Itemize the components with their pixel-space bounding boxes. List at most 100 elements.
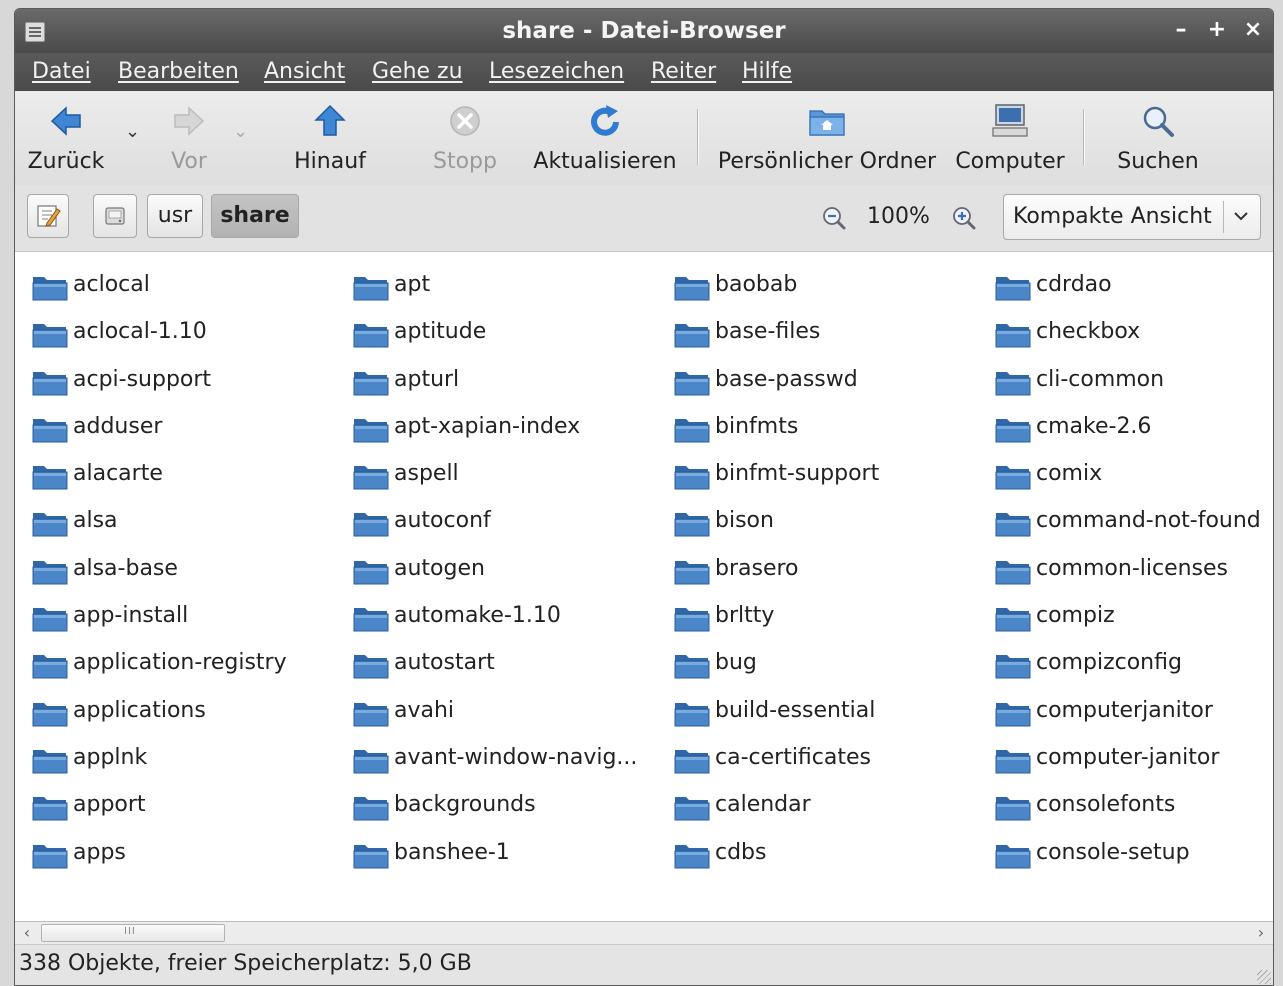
- folder-item[interactable]: apt: [352, 270, 637, 317]
- search-button[interactable]: Suchen: [1113, 99, 1203, 179]
- file-view[interactable]: aclocal aclocal-1.10 acpi-support adduser al…: [15, 252, 1273, 922]
- scrollbar-thumb[interactable]: III: [41, 924, 225, 942]
- status-text: 338 Objekte, freier Speicherplatz: 5,0 G…: [19, 951, 472, 976]
- folder-item[interactable]: apt-xapian-index: [352, 412, 637, 459]
- folder-item[interactable]: bison: [673, 506, 879, 553]
- folder-item[interactable]: consolefonts: [994, 790, 1261, 837]
- folder-item[interactable]: base-files: [673, 317, 879, 364]
- minimize-button[interactable]: –: [1169, 17, 1193, 42]
- folder-item[interactable]: cmake-2.6: [994, 412, 1261, 459]
- folder-item[interactable]: common-licenses: [994, 554, 1261, 601]
- folder-item[interactable]: cli-common: [994, 365, 1261, 412]
- forward-label: Vor: [171, 149, 207, 174]
- folder-item[interactable]: brasero: [673, 554, 879, 601]
- folder-item[interactable]: computerjanitor: [994, 696, 1261, 743]
- menu-hilfe[interactable]: Hilfe: [742, 59, 792, 84]
- folder-item[interactable]: backgrounds: [352, 790, 637, 837]
- forward-button[interactable]: Vor: [159, 99, 219, 179]
- menu-gehe-zu[interactable]: Gehe zu: [372, 59, 463, 84]
- folder-item[interactable]: binfmts: [673, 412, 879, 459]
- folder-name: autogen: [394, 555, 485, 581]
- folder-item[interactable]: cdrdao: [994, 270, 1261, 317]
- folder-item[interactable]: aclocal: [31, 270, 287, 317]
- stop-button[interactable]: Stopp: [420, 99, 510, 179]
- folder-item[interactable]: aspell: [352, 459, 637, 506]
- scroll-left-arrow-icon[interactable]: ‹: [17, 923, 37, 942]
- folder-icon: [32, 655, 68, 679]
- folder-item[interactable]: autogen: [352, 554, 637, 601]
- horizontal-scrollbar[interactable]: ‹ III ›: [15, 921, 1273, 944]
- folder-item[interactable]: applnk: [31, 743, 287, 790]
- folder-item[interactable]: applications: [31, 696, 287, 743]
- folder-item[interactable]: aptitude: [352, 317, 637, 364]
- reload-button[interactable]: Aktualisieren: [530, 99, 680, 179]
- forward-history-dropdown[interactable]: ⌄: [233, 121, 248, 142]
- folder-item[interactable]: apps: [31, 838, 287, 885]
- folder-item[interactable]: avahi: [352, 696, 637, 743]
- folder-item[interactable]: console-setup: [994, 838, 1261, 885]
- folder-item[interactable]: compizconfig: [994, 648, 1261, 695]
- menu-ansicht[interactable]: Ansicht: [264, 59, 345, 84]
- scroll-right-arrow-icon[interactable]: ›: [1251, 923, 1271, 942]
- computer-button[interactable]: Computer: [955, 99, 1065, 179]
- folder-item[interactable]: calendar: [673, 790, 879, 837]
- folder-item[interactable]: alacarte: [31, 459, 287, 506]
- up-button[interactable]: Hinauf: [285, 99, 375, 179]
- folder-item[interactable]: alsa-base: [31, 554, 287, 601]
- folder-icon: [32, 702, 68, 727]
- folder-item[interactable]: binfmt-support: [673, 459, 879, 506]
- folder-item[interactable]: baobab: [673, 270, 879, 317]
- computer-icon: [992, 104, 1028, 137]
- zoom-in-icon[interactable]: [951, 205, 977, 231]
- resize-grip-icon[interactable]: [1257, 970, 1271, 984]
- maximize-button[interactable]: +: [1205, 17, 1229, 42]
- folder-item[interactable]: computer-janitor: [994, 743, 1261, 790]
- folder-item[interactable]: acpi-support: [31, 365, 287, 412]
- title-bar[interactable]: share - Datei-Browser – + ×: [15, 9, 1273, 53]
- up-arrow-icon: [314, 104, 346, 136]
- folder-icon: [995, 844, 1031, 869]
- folder-name: common-licenses: [1036, 555, 1229, 581]
- folder-item[interactable]: compiz: [994, 601, 1261, 648]
- root-path-button[interactable]: [93, 194, 137, 238]
- view-mode-select[interactable]: Kompakte Ansicht: [1003, 194, 1261, 240]
- folder-item[interactable]: ca-certificates: [673, 743, 879, 790]
- folder-item[interactable]: avant-window-navig...: [352, 743, 637, 790]
- path-button-usr[interactable]: usr: [147, 194, 203, 238]
- zoom-out-icon[interactable]: [821, 205, 847, 231]
- path-button-share[interactable]: share: [211, 194, 299, 238]
- folder-item[interactable]: brltty: [673, 601, 879, 648]
- menu-lesezeichen[interactable]: Lesezeichen: [489, 59, 624, 84]
- folder-item[interactable]: bug: [673, 648, 879, 695]
- home-button[interactable]: Persönlicher Ordner: [715, 99, 939, 179]
- back-history-dropdown[interactable]: ⌄: [125, 121, 140, 142]
- folder-item[interactable]: cdbs: [673, 838, 879, 885]
- folder-item[interactable]: apport: [31, 790, 287, 837]
- folder-item[interactable]: apturl: [352, 365, 637, 412]
- close-button[interactable]: ×: [1241, 17, 1265, 42]
- folder-icon: [353, 560, 389, 585]
- folder-item[interactable]: base-passwd: [673, 365, 879, 412]
- folder-item[interactable]: command-not-found: [994, 506, 1261, 553]
- folder-item[interactable]: app-install: [31, 601, 287, 648]
- folder-item[interactable]: banshee-1: [352, 838, 637, 885]
- folder-item[interactable]: autostart: [352, 648, 637, 695]
- folder-item[interactable]: aclocal-1.10: [31, 317, 287, 364]
- back-button[interactable]: Zurück: [21, 99, 111, 179]
- folder-item[interactable]: checkbox: [994, 317, 1261, 364]
- menu-reiter[interactable]: Reiter: [651, 59, 716, 84]
- menu-bearbeiten[interactable]: Bearbeiten: [118, 59, 239, 84]
- toggle-location-entry-button[interactable]: [27, 194, 69, 238]
- folder-item[interactable]: alsa: [31, 506, 287, 553]
- folder-item[interactable]: automake-1.10: [352, 601, 637, 648]
- folder-item[interactable]: adduser: [31, 412, 287, 459]
- folder-name: apps: [73, 839, 126, 865]
- folder-item[interactable]: comix: [994, 459, 1261, 506]
- folder-item[interactable]: build-essential: [673, 696, 879, 743]
- menu-datei[interactable]: Datei: [32, 59, 91, 84]
- folder-name: cli-common: [1036, 366, 1165, 392]
- folder-name: apport: [73, 792, 146, 818]
- folder-item[interactable]: autoconf: [352, 506, 637, 553]
- folder-name: application-registry: [73, 650, 287, 676]
- folder-item[interactable]: application-registry: [31, 648, 287, 695]
